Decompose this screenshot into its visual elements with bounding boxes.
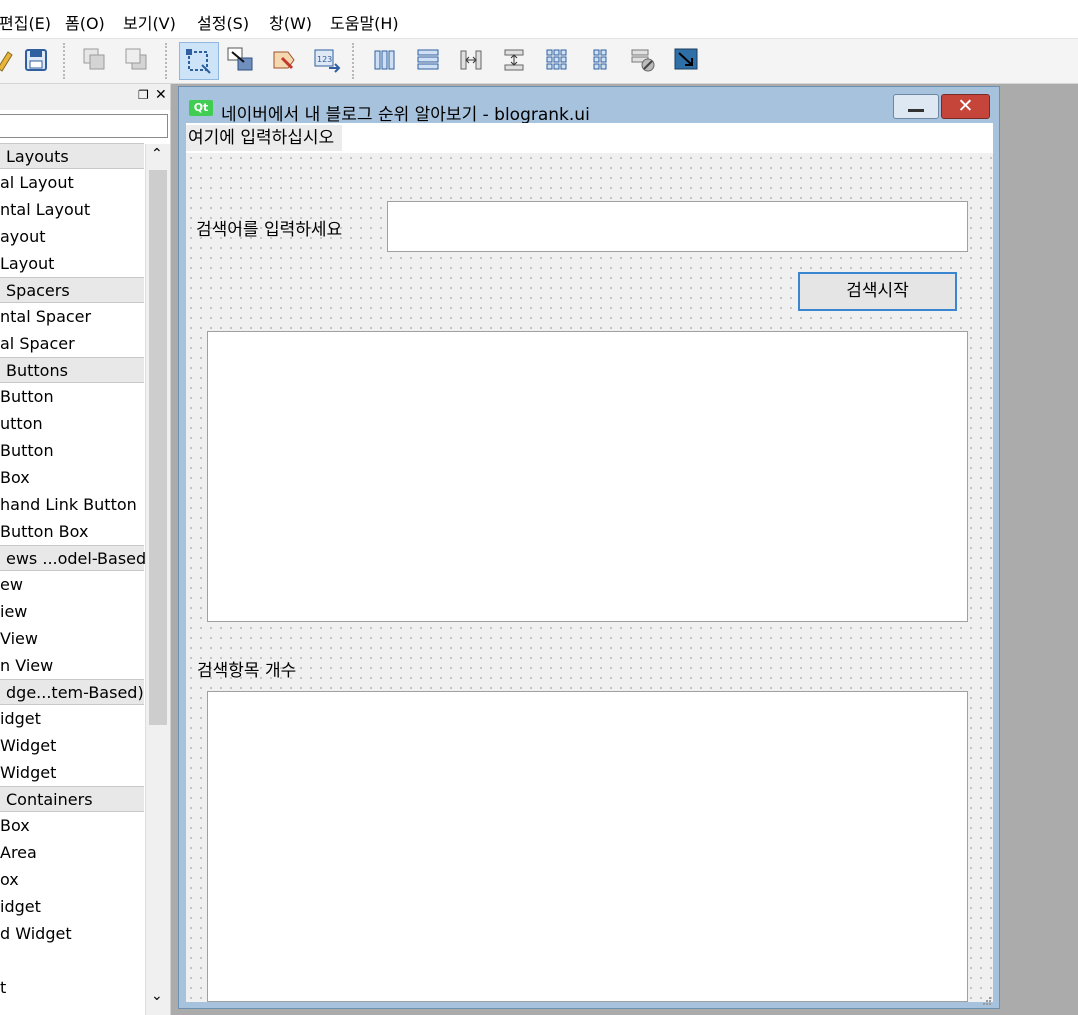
widget-list-item[interactable]: idget — [0, 705, 144, 732]
widget-box-header: ❐ ✕ — [0, 84, 170, 110]
widget-list-item[interactable]: Box — [0, 464, 144, 491]
widget-list-item[interactable]: ntal Layout — [0, 196, 144, 223]
widget-category-header[interactable]: Buttons — [0, 357, 144, 383]
widget-list-item[interactable]: iew — [0, 598, 144, 625]
widget-category-label: Spacers — [6, 281, 70, 300]
widget-box-panel: ❐ ✕ Layouts al Layout ntal Layout ayout Layo… — [0, 84, 171, 1015]
main-toolbar: 123 — [0, 39, 1078, 84]
result-count-text-area[interactable] — [207, 691, 968, 1002]
widget-list-item[interactable]: Widget — [0, 732, 144, 759]
widget-list-item[interactable]: Widget — [0, 759, 144, 786]
form-window-title: 네이버에서 내 블로그 순위 알아보기 - blogrank.ui — [221, 105, 590, 125]
form-title-bar: Qt 네이버에서 내 블로그 순위 알아보기 - blogrank.ui ✕ — [179, 87, 999, 125]
widget-list-item[interactable]: n View — [0, 652, 144, 679]
menu-edit[interactable]: 편집(E) — [0, 10, 51, 34]
lay-out-horizontally-icon[interactable] — [369, 44, 401, 76]
widget-list-item[interactable]: View — [0, 625, 144, 652]
widget-category-label: Buttons — [6, 361, 68, 380]
edit-signals-slots-icon[interactable] — [224, 44, 256, 76]
send-to-back-icon[interactable] — [79, 44, 111, 76]
float-icon[interactable]: ❐ — [138, 88, 149, 102]
minimize-icon — [908, 109, 924, 112]
widget-category-header[interactable]: ews ...odel-Based) — [0, 545, 152, 571]
minimize-button[interactable] — [893, 94, 939, 119]
widget-category-label: ews ...odel-Based) — [6, 549, 153, 568]
lay-out-vertically-icon[interactable] — [412, 44, 444, 76]
widget-list-item[interactable]: Area — [0, 839, 144, 866]
widget-category-label: Containers — [6, 790, 93, 809]
edit-buddies-icon[interactable] — [268, 44, 300, 76]
widget-list-item[interactable]: utton — [0, 410, 144, 437]
result-count-label: 검색항목 개수 — [197, 661, 297, 681]
widget-list-item[interactable]: idget — [0, 893, 144, 920]
widget-list-item[interactable]: ox — [0, 866, 144, 893]
widget-category-header[interactable]: Containers — [0, 786, 144, 812]
search-input[interactable] — [387, 201, 968, 252]
widget-list-item[interactable]: Button — [0, 437, 144, 464]
widget-category-header[interactable]: Spacers — [0, 277, 144, 303]
close-icon[interactable]: ✕ — [155, 87, 167, 103]
widget-list-scrollbar[interactable]: ⌃ ⌄ — [145, 144, 170, 1015]
form-menubar: 여기에 입력하십시오 — [186, 123, 993, 153]
adjust-size-icon[interactable] — [670, 44, 702, 76]
close-window-button[interactable]: ✕ — [941, 94, 990, 119]
menu-help[interactable]: 도움말(H) — [330, 10, 399, 34]
edit-widgets-icon[interactable] — [179, 42, 219, 80]
widget-category-header[interactable]: Layouts — [0, 143, 144, 169]
widget-list-item[interactable]: Layout — [0, 250, 144, 277]
widget-list-item[interactable]: ew — [0, 571, 144, 598]
menu-view[interactable]: 보기(V) — [123, 10, 176, 34]
close-icon: ✕ — [957, 95, 974, 117]
scroll-up-icon[interactable]: ⌃ — [151, 146, 163, 162]
form-window: Qt 네이버에서 내 블로그 순위 알아보기 - blogrank.ui ✕ 여… — [178, 86, 1000, 1009]
toolbar-separator — [352, 43, 354, 79]
edit-icon[interactable] — [0, 44, 20, 76]
scrollbar-thumb[interactable] — [149, 170, 167, 725]
widget-list-item[interactable]: Button — [0, 383, 144, 410]
widget-list-item[interactable]: al Layout — [0, 169, 144, 196]
widget-list: Layouts al Layout ntal Layout ayout Layout Sp… — [0, 143, 152, 1001]
save-icon[interactable] — [20, 44, 52, 76]
widget-category-label: dge...tem-Based) — [6, 683, 144, 702]
lay-out-horizontal-splitter-icon[interactable] — [455, 44, 487, 76]
lay-out-vertical-splitter-icon[interactable] — [498, 44, 530, 76]
toolbar-separator — [63, 43, 65, 79]
edit-tab-order-icon[interactable]: 123 — [311, 44, 343, 76]
widget-list-item[interactable]: al Spacer — [0, 330, 144, 357]
scroll-down-icon[interactable]: ⌄ — [151, 988, 163, 1004]
menu-window[interactable]: 창(W) — [269, 10, 312, 34]
svg-text:123: 123 — [317, 55, 332, 64]
widget-list-item[interactable]: ayout — [0, 223, 144, 250]
size-grip-icon[interactable] — [982, 991, 992, 1005]
search-start-button[interactable]: 검색시작 — [798, 272, 957, 311]
widget-list-item[interactable]: Button Box — [0, 518, 144, 545]
widget-list-item[interactable]: d Widget — [0, 920, 144, 947]
toolbar-separator — [165, 43, 167, 79]
lay-out-form-icon[interactable] — [584, 44, 616, 76]
main-menubar: 편집(E) 폼(O) 보기(V) 설정(S) 창(W) 도움말(H) — [0, 0, 1078, 39]
search-result-text-area[interactable] — [207, 331, 968, 622]
widget-list-item[interactable]: Box — [0, 812, 144, 839]
menu-type-here-placeholder[interactable]: 여기에 입력하십시오 — [186, 125, 343, 151]
lay-out-grid-icon[interactable] — [541, 44, 573, 76]
widget-filter-input[interactable] — [0, 114, 168, 138]
widget-category-header[interactable]: dge...tem-Based) — [0, 679, 144, 705]
form-canvas[interactable]: 여기에 입력하십시오 검색어를 입력하세요 검색시작 검색항목 개수 — [186, 123, 993, 1005]
widget-list-item[interactable]: ntal Spacer — [0, 303, 144, 330]
break-layout-icon[interactable] — [627, 44, 659, 76]
qt-logo-icon: Qt — [189, 100, 213, 116]
widget-list-item[interactable]: hand Link Button — [0, 491, 144, 518]
widget-list-item[interactable] — [0, 947, 144, 974]
menu-settings[interactable]: 설정(S) — [197, 10, 249, 34]
search-label: 검색어를 입력하세요 — [196, 220, 343, 240]
widget-category-label: Layouts — [6, 147, 69, 166]
bring-to-front-icon[interactable] — [121, 44, 153, 76]
widget-list-item[interactable]: t — [0, 974, 144, 1001]
menu-form[interactable]: 폼(O) — [65, 10, 105, 34]
